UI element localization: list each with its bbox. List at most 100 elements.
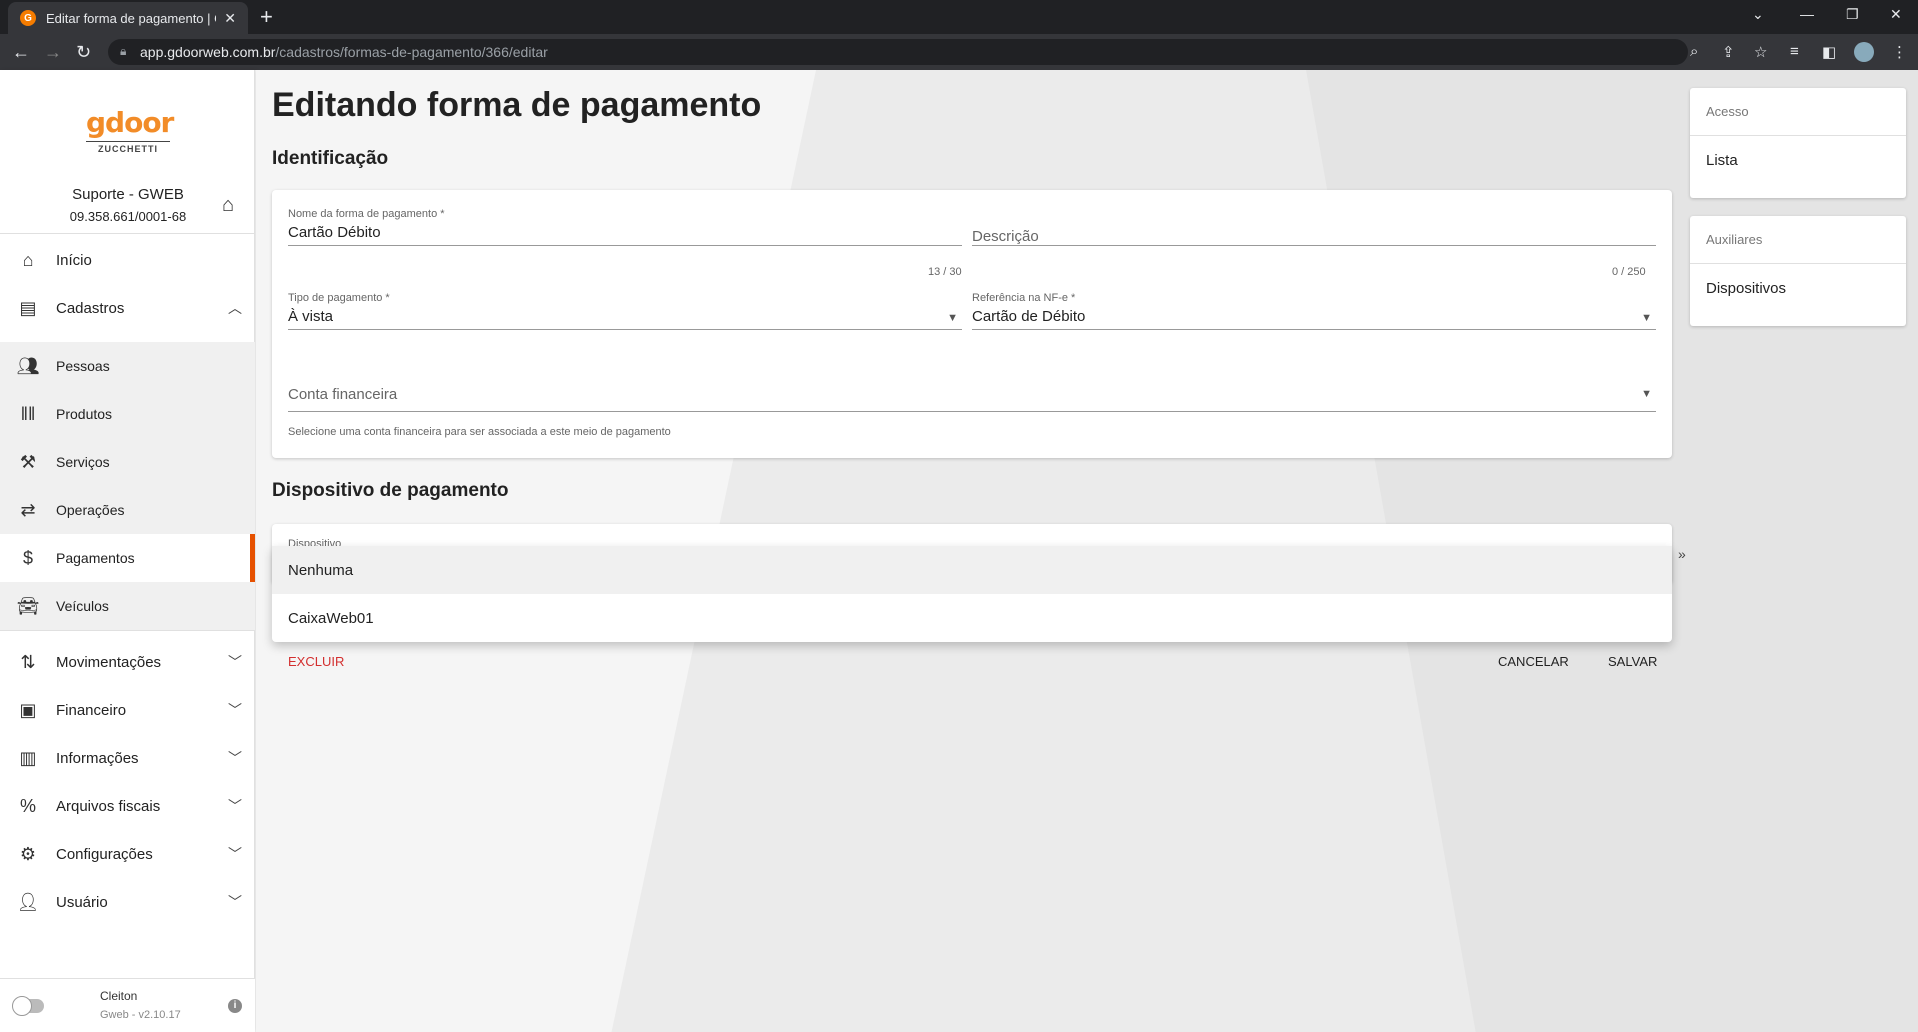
payment-type-select[interactable]: Tipo de pagamento * À vista ▼ <box>288 292 962 330</box>
dropdown-caret-icon: ▼ <box>1641 388 1652 400</box>
side-panel-icon[interactable]: ◧ <box>1822 43 1836 61</box>
reload-icon[interactable]: ↻ <box>76 42 91 63</box>
section-title-identificacao: Identificação <box>272 148 389 169</box>
cadastros-submenu: 👥︎ Pessoas ‖‖ Produtos ⚒ Serviços ⇄ Oper… <box>0 342 255 582</box>
financial-account-hint: Selecione uma conta financeira para ser … <box>288 426 671 438</box>
page-title: Editando forma de pagamento <box>272 86 762 124</box>
sidebar-item-label: Pagamentos <box>56 550 135 566</box>
sidebar-item-label: Arquivos fiscais <box>56 797 161 815</box>
sidebar-item-label: Usuário <box>56 893 108 911</box>
access-card: Acesso Lista <box>1690 88 1906 198</box>
name-char-counter: 13 / 30 <box>928 266 962 278</box>
theme-toggle[interactable] <box>12 996 44 1016</box>
barcode-icon: ‖‖ <box>20 403 36 424</box>
chevron-down-icon: ﹀ <box>228 798 242 814</box>
payment-name-field[interactable]: Nome da forma de pagamento * Cartão Débi… <box>288 208 962 246</box>
url-field[interactable]: 🔒︎ app.gdoorweb.com.br /cadastros/formas… <box>108 39 1688 65</box>
delete-button[interactable]: EXCLUIR <box>288 654 344 669</box>
sidebar-item-label: Financeiro <box>56 701 127 719</box>
field-value: À vista <box>288 308 334 325</box>
save-button[interactable]: SALVAR <box>1608 654 1657 669</box>
settings-icon: ⚙ <box>19 843 37 864</box>
sidebar-item-label: Produtos <box>56 406 113 422</box>
toggle-knob <box>12 996 32 1016</box>
cancel-button[interactable]: CANCELAR <box>1498 654 1569 669</box>
reading-list-icon[interactable]: ≡ <box>1790 43 1799 60</box>
nfe-reference-select[interactable]: Referência na NF-e * Cartão de Débito ▼ <box>972 292 1656 330</box>
profile-avatar[interactable] <box>1854 42 1874 62</box>
sidebar-item-inicio[interactable]: ⌂ Início <box>0 236 255 284</box>
dropdown-caret-icon: ▼ <box>1641 312 1652 324</box>
car-icon: 🚘︎ <box>16 595 40 616</box>
switch-company-icon[interactable]: ⌂ <box>222 194 234 217</box>
chevron-down-icon: ﹀ <box>228 654 242 670</box>
bookmark-star-icon[interactable]: ☆ <box>1754 43 1767 61</box>
sidebar-item-financeiro[interactable]: ▣ Financeiro ﹀ <box>0 686 255 734</box>
sidebar-item-pessoas[interactable]: 👥︎ Pessoas <box>0 342 255 390</box>
gdoor-logo: gdoor ZUCCHETTI <box>86 106 174 154</box>
sidebar-item-label: Configurações <box>56 845 153 863</box>
dropdown-caret-icon: ▼ <box>947 312 958 324</box>
sidebar-item-produtos[interactable]: ‖‖ Produtos <box>0 390 255 438</box>
description-field[interactable]: Descrição <box>972 208 1656 246</box>
browser-tab-title: Editar forma de pagamento | Gw <box>46 10 217 26</box>
user-icon: 👤︎ <box>16 891 40 912</box>
browser-tabbar: G Editar forma de pagamento | Gw ✕ + ⌄ —… <box>0 0 1918 34</box>
window-close-icon[interactable]: ✕ <box>1890 6 1902 23</box>
chrome-menu-icon[interactable]: ⋮ <box>1892 43 1907 61</box>
financial-account-select[interactable]: Conta financeira ▼ <box>288 376 1656 412</box>
field-label: Referência na NF-e * <box>972 292 1076 304</box>
company-cnpj: 09.358.661/0001-68 <box>69 209 187 224</box>
sidebar-item-servicos[interactable]: ⚒ Serviços <box>0 438 255 486</box>
url-host: app.gdoorweb.com.br <box>140 44 276 60</box>
sidebar-item-pagamentos[interactable]: $ Pagamentos <box>0 534 255 582</box>
device-option-nenhuma[interactable]: Nenhuma <box>272 546 1672 594</box>
forward-icon[interactable]: → <box>44 42 62 63</box>
gdoor-favicon-icon: G <box>20 10 36 26</box>
sort-icon: ⇅ <box>20 651 36 672</box>
url-path: /cadastros/formas-de-pagamento/366/edita… <box>275 44 548 60</box>
app-version: Gweb - v2.10.17 <box>100 1009 181 1021</box>
chevron-down-icon: ﹀ <box>228 846 242 862</box>
logo-brand: gdoor <box>86 106 174 139</box>
minimize-icon[interactable]: — <box>1800 6 1814 22</box>
sidebar-item-label: Movimentações <box>56 653 162 671</box>
back-icon[interactable]: ← <box>12 42 30 63</box>
field-value: Cartão de Débito <box>972 308 1086 325</box>
sidebar: gdoor ZUCCHETTI Suporte - GWEB 09.358.66… <box>0 70 255 1032</box>
sidebar-item-configuracoes[interactable]: ⚙ Configurações ﹀ <box>0 830 255 878</box>
new-tab-icon[interactable]: + <box>260 4 273 30</box>
field-underline <box>288 329 962 330</box>
cash-icon: ▣ <box>19 699 37 720</box>
field-label: Nome da forma de pagamento * <box>288 208 445 220</box>
collapse-panel-icon[interactable]: » <box>1678 546 1686 562</box>
sidebar-item-label: Operações <box>56 502 125 518</box>
sidebar-item-veiculos[interactable]: 🚘︎ Veículos <box>0 582 255 630</box>
sidebar-item-label: Serviços <box>56 454 110 470</box>
field-placeholder: Conta financeira <box>288 386 398 403</box>
auxiliary-card: Auxiliares Dispositivos <box>1690 216 1906 326</box>
sidebar-item-arquivos-fiscais[interactable]: % Arquivos fiscais ﹀ <box>0 782 255 830</box>
share-icon[interactable]: ⇪ <box>1722 43 1735 61</box>
sidebar-item-label: Cadastros <box>56 299 125 317</box>
info-icon[interactable]: i <box>228 999 242 1013</box>
lock-icon: 🔒︎ <box>120 44 127 58</box>
browser-tab[interactable]: G Editar forma de pagamento | Gw ✕ <box>8 2 248 34</box>
sidebar-item-movimentacoes[interactable]: ⇅ Movimentações ﹀ <box>0 638 255 686</box>
sidebar-item-cadastros[interactable]: ▤ Cadastros ︿ <box>0 284 255 332</box>
device-option-caixaweb01[interactable]: CaixaWeb01 <box>272 594 1672 642</box>
access-header: Acesso <box>1690 88 1906 136</box>
tab-search-chevron-icon[interactable]: ⌄ <box>1752 6 1764 23</box>
sidebar-item-operacoes[interactable]: ⇄ Operações <box>0 486 255 534</box>
sidebar-item-label: Veículos <box>56 598 109 614</box>
zoom-icon[interactable]: ⌕ <box>1690 43 1698 60</box>
close-tab-icon[interactable]: ✕ <box>224 10 236 27</box>
field-value: Cartão Débito <box>288 224 381 241</box>
sidebar-item-informacoes[interactable]: ▥ Informações ﹀ <box>0 734 255 782</box>
sidebar-item-usuario[interactable]: 👤︎ Usuário ﹀ <box>0 878 255 926</box>
auxiliary-item-dispositivos[interactable]: Dispositivos <box>1690 264 1906 312</box>
browser-address-bar: ← → ↻ 🔒︎ app.gdoorweb.com.br /cadastros/… <box>0 34 1918 70</box>
restore-icon[interactable]: ❐ <box>1846 6 1859 23</box>
access-item-lista[interactable]: Lista <box>1690 136 1906 184</box>
chart-icon: ▥ <box>19 747 37 768</box>
